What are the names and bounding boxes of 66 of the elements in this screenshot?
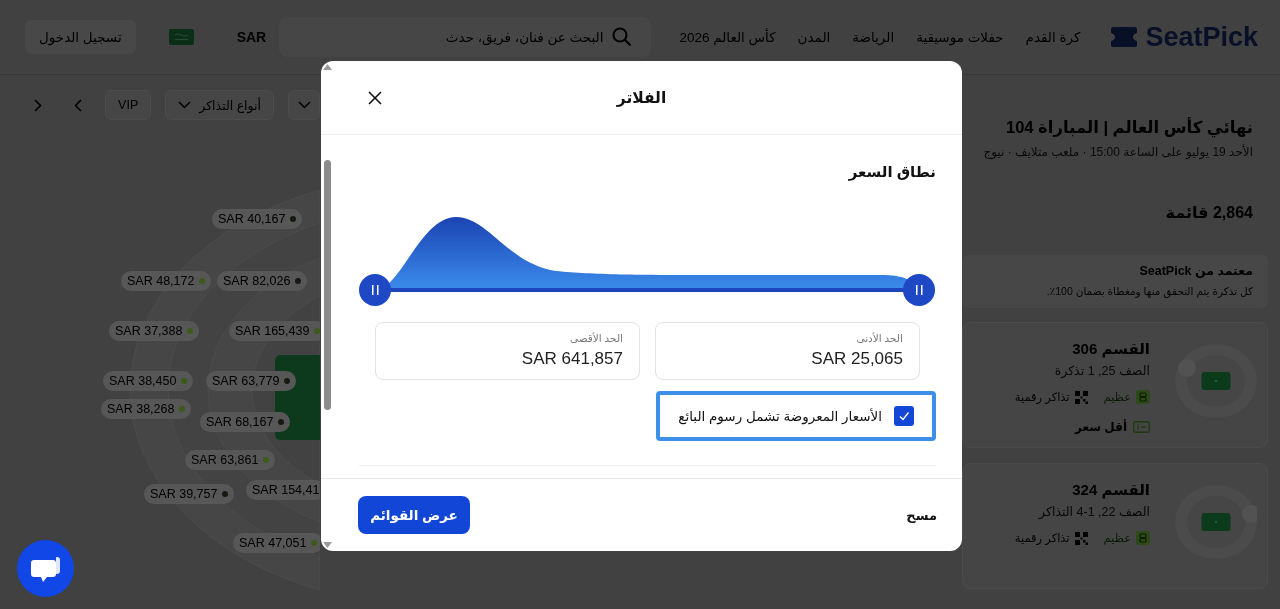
- section-title: القسم 324: [1072, 480, 1150, 500]
- feature-label: تذاكر رقمية: [1014, 531, 1070, 547]
- scroll-down-icon[interactable]: [323, 542, 332, 548]
- close-icon: [368, 90, 382, 105]
- nav-link[interactable]: كأس العالم 2026: [679, 29, 776, 45]
- seat-icon: [1136, 390, 1150, 404]
- feature-label: عظيم: [1103, 531, 1131, 547]
- chevron-left-icon: [74, 98, 83, 112]
- nav-link[interactable]: المدن: [797, 29, 831, 45]
- row-info: الصف 25, 1 تذكرة: [1054, 363, 1150, 380]
- filter-dropdown[interactable]: [288, 90, 320, 120]
- price-pin[interactable]: SAR 63,861: [185, 450, 276, 470]
- checkbox[interactable]: [894, 406, 914, 426]
- chevron-down-icon: [178, 101, 192, 109]
- chevron-right-icon: [34, 98, 43, 112]
- feature-label: عظيم: [1103, 390, 1131, 406]
- event-title: نهائي كأس العالم | المباراة 104: [1005, 116, 1253, 139]
- price-pin[interactable]: SAR 38,268: [101, 399, 192, 419]
- show-listings-button[interactable]: عرض القوائم: [358, 496, 470, 534]
- slider-handle[interactable]: [903, 274, 935, 306]
- price-slider-track[interactable]: [359, 274, 936, 306]
- close-button[interactable]: [368, 90, 382, 105]
- lowest-price-label: أقل سعر: [1074, 418, 1127, 436]
- qr-code-icon: [1074, 390, 1088, 404]
- price-range-heading: نطاق السعر: [848, 162, 936, 183]
- verified-title: معتمد من SeatPick: [1139, 263, 1253, 280]
- seat-icon: [1136, 531, 1150, 545]
- scroll-up-icon[interactable]: [323, 64, 332, 70]
- price-pin[interactable]: SAR 39,757: [144, 484, 235, 504]
- dialog-title: الفلاتر: [616, 88, 667, 107]
- price-pin[interactable]: SAR 47,051: [233, 533, 320, 553]
- price-pin[interactable]: SAR 82,026: [217, 271, 308, 291]
- search-icon: [612, 27, 632, 46]
- price-pin[interactable]: SAR 38,450: [103, 371, 194, 391]
- qr-code-icon: [1074, 531, 1088, 545]
- verified-text: كل تذكرة يتم التحقق منها ومغطاة بضمان 100٪.: [1046, 284, 1253, 300]
- price-pin[interactable]: SAR 165,439: [229, 321, 320, 341]
- price-pin[interactable]: SAR 68,167: [200, 412, 291, 432]
- nav-link[interactable]: كرة القدم: [1025, 29, 1081, 45]
- price-pin[interactable]: SAR 40,167: [212, 209, 303, 229]
- price-pin[interactable]: SAR 48,172: [121, 271, 212, 291]
- ticket-icon: [1133, 421, 1150, 433]
- section-title: القسم 306: [1072, 339, 1150, 359]
- clear-link[interactable]: مسح: [906, 507, 937, 523]
- row-info: الصف 22, 1-4 التذاكر: [1039, 504, 1150, 521]
- price-pin[interactable]: SAR 37,388: [109, 321, 200, 341]
- home-logo[interactable]: SeatPick: [1110, 21, 1258, 53]
- nav-link[interactable]: حفلات موسيقية: [916, 29, 1004, 45]
- login-button[interactable]: تسجيل الدخول: [25, 20, 136, 54]
- nav-link[interactable]: الرياضة: [852, 29, 895, 45]
- currency-selector[interactable]: SAR: [236, 29, 267, 45]
- slider-handle[interactable]: [359, 274, 391, 306]
- feature-label: تذاكر رقمية: [1014, 390, 1070, 406]
- filter-dropdown[interactable]: أنواع التذاكر: [165, 90, 274, 120]
- ticket-icon: [1110, 25, 1139, 49]
- checkbox-label: الأسعار المعروضة تشمل رسوم البائع: [678, 408, 882, 424]
- chevron-down-icon: [298, 101, 311, 109]
- listing-card[interactable]: القسم 324 الصف 22, 1-4 التذاكر عظيم تذاكر رقمية: [962, 463, 1268, 589]
- scrollbar-thumb[interactable]: [324, 160, 331, 410]
- price-pin[interactable]: SAR 154,41: [246, 480, 320, 500]
- listing-card[interactable]: القسم 306 الصف 25, 1 تذكرة عظيم تذاكر رقمية أقل سعر: [962, 322, 1268, 448]
- search-field[interactable]: البحث عن فنان، فريق، حدث: [279, 17, 652, 57]
- price-pin[interactable]: SAR 63,779: [206, 371, 297, 391]
- filter-chip[interactable]: VIP: [105, 90, 152, 120]
- chat-button[interactable]: [17, 540, 74, 597]
- listing-count: 2,864 قائمة: [1165, 203, 1253, 223]
